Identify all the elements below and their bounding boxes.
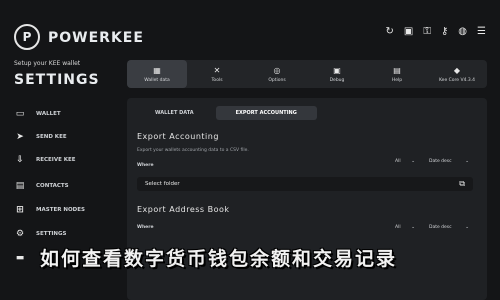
help-icon: ▤ — [393, 65, 401, 75]
toolbar: ▦ Wallet data ✕ Tools ◎ Options ▣ Debug ▤ Hel… — [127, 60, 487, 88]
filter-select[interactable]: All ⌄ — [391, 156, 419, 166]
tab-wallet-data[interactable]: WALLET DATA — [135, 106, 214, 120]
copy-icon[interactable]: ⧉ — [459, 179, 465, 189]
filter-select[interactable]: All ⌄ — [391, 222, 419, 232]
sidebar-item-contacts[interactable]: ▤ CONTACTS — [14, 180, 69, 192]
tools-icon: ✕ — [213, 65, 221, 75]
sidebar-item-chat[interactable]: ▬ — [14, 252, 26, 264]
contacts-icon: ▤ — [15, 181, 25, 191]
toolbar-options[interactable]: ◎ Options — [247, 60, 307, 88]
sidebar-item-masternodes[interactable]: ⊞ MASTER NODES — [14, 204, 85, 216]
key-icon[interactable]: ⚷ — [441, 26, 448, 37]
where-label: Where — [137, 163, 154, 168]
tab-bar: WALLET DATA EXPORT ACCOUNTING — [135, 106, 317, 120]
lock-icon[interactable]: ⚿ — [423, 26, 431, 37]
chevron-down-icon: ⌄ — [465, 158, 469, 164]
overlay-caption: 如何查看数字货币钱包余额和交易记录 — [40, 248, 398, 270]
toolbar-label: Help — [391, 77, 403, 83]
sidebar-item-label: MASTER NODES — [36, 207, 85, 213]
logo-icon: P — [14, 24, 40, 50]
chat-icon: ▬ — [15, 253, 25, 263]
sidebar-item-label: CONTACTS — [36, 183, 69, 189]
options-icon: ◎ — [273, 65, 281, 75]
refresh-icon[interactable]: ↻ — [386, 26, 394, 37]
toolbar-wallet-data[interactable]: ▦ Wallet data — [127, 60, 187, 88]
section-desc: Export your wallets accounting data to a… — [137, 148, 249, 153]
folder-select-text: Select folder — [145, 181, 180, 187]
sidebar-item-label: WALLET — [36, 111, 61, 117]
toolbar-label: Debug — [329, 77, 345, 83]
folder-select-field[interactable]: Select folder ⧉ — [137, 177, 473, 191]
toolbar-core[interactable]: ◆ Kee Core V4.3.4 — [427, 60, 487, 88]
tab-export-accounting[interactable]: EXPORT ACCOUNTING — [215, 106, 317, 120]
sort-value: Date desc — [429, 158, 452, 164]
page-title: SETTINGS — [14, 72, 100, 88]
filter-value: All — [395, 224, 401, 230]
sidebar-item-wallet[interactable]: ▭ WALLET — [14, 108, 61, 120]
receive-icon: ⇩ — [16, 155, 24, 165]
sidebar-item-send[interactable]: ➤ SEND KEE — [14, 131, 67, 143]
toolbar-label: Options — [268, 77, 286, 83]
sort-select[interactable]: Date desc ⌄ — [425, 156, 473, 166]
globe-icon[interactable]: ◍ — [458, 26, 467, 37]
chevron-down-icon: ⌄ — [465, 224, 469, 230]
toolbar-label: Tools — [211, 77, 223, 83]
sidebar-item-label: SEND KEE — [36, 134, 67, 140]
list-icon[interactable]: ☰ — [477, 26, 486, 37]
logo-letter: P — [22, 30, 32, 44]
toolbar-tools[interactable]: ✕ Tools — [187, 60, 247, 88]
section-title-export-accounting: Export Accounting — [137, 132, 219, 141]
sidebar-item-label: SETTINGS — [36, 231, 67, 237]
toolbar-label: Wallet data — [144, 77, 170, 83]
toolbar-help[interactable]: ▤ Help — [367, 60, 427, 88]
setup-subtitle: Setup your KEE wallet — [14, 60, 81, 67]
brand-name: POWERKEE — [48, 30, 144, 46]
sort-value: Date desc — [429, 224, 452, 230]
section-title-export-address: Export Address Book — [137, 205, 230, 214]
filter-value: All — [395, 158, 401, 164]
where-label: Where — [137, 225, 154, 230]
wallet-icon: ▭ — [15, 109, 25, 119]
chevron-down-icon: ⌄ — [411, 224, 415, 230]
chevron-down-icon: ⌄ — [411, 158, 415, 164]
sidebar-item-settings[interactable]: ⚙ SETTINGS — [14, 228, 67, 240]
debug-icon: ▣ — [333, 65, 341, 75]
top-icons: ↻ ▣ ⚿ ⚷ ◍ ☰ — [386, 26, 487, 37]
toolbar-label: Kee Core V4.3.4 — [438, 77, 476, 83]
wallet-data-icon: ▦ — [153, 65, 161, 75]
sidebar-item-receive[interactable]: ⇩ RECEIVE KEE — [14, 154, 76, 166]
sort-select[interactable]: Date desc ⌄ — [425, 222, 473, 232]
sidebar-item-label: RECEIVE KEE — [36, 157, 76, 163]
nodes-icon: ⊞ — [16, 205, 24, 215]
toolbar-debug[interactable]: ▣ Debug — [307, 60, 367, 88]
gift-icon[interactable]: ▣ — [404, 26, 413, 37]
settings-icon: ⚙ — [15, 229, 25, 239]
send-icon: ➤ — [16, 132, 24, 142]
core-icon: ◆ — [453, 65, 461, 75]
